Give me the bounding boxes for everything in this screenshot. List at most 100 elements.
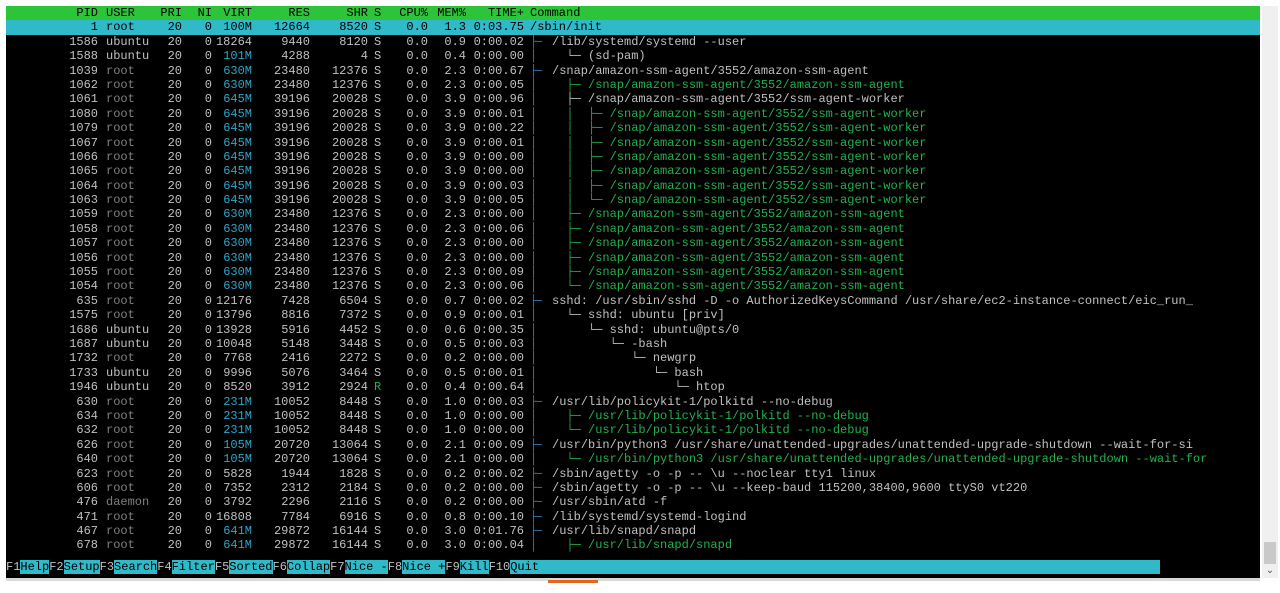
fkey-f6[interactable]: F6 (273, 560, 287, 574)
process-row[interactable]: 632 root 20 0 231M 10052 8448 S 0.0 1.0 0:00.00 │ └… (6, 423, 1260, 437)
process-row[interactable]: 1054 root 20 0 630M 23480 12376 S 0.0 2.3 0:00.06 │… (6, 279, 1260, 293)
process-row[interactable]: 1733 ubuntu 20 0 9996 5076 3464 S 0.0 0.5 0:00.01 │… (6, 366, 1260, 380)
fkey-f1[interactable]: F1 (6, 560, 20, 574)
header-pid[interactable]: PID (6, 6, 98, 20)
cell-cpu: 0.0 (406, 63, 428, 78)
cell-virt: 630M (223, 250, 252, 265)
fkey-f7[interactable]: F7 (330, 560, 344, 574)
process-row[interactable]: 1 root 20 0 100M 12664 8520 S 0.0 1.3 0:03.75/sbin… (6, 20, 1260, 35)
fkey-f9[interactable]: F9 (445, 560, 459, 574)
fkey-f2[interactable]: F2 (49, 560, 63, 574)
fkey-f5[interactable]: F5 (215, 560, 229, 574)
process-row[interactable]: 1575 root 20 0 13796 8816 7372 S 0.0 0.9 0:00.01 │ … (6, 308, 1260, 322)
fkey-f10[interactable]: F10 (489, 560, 511, 574)
process-row[interactable]: 640 root 20 0 105M 20720 13064 S 0.0 2.1 0:00.00 │ … (6, 452, 1260, 466)
process-row[interactable]: 630 root 20 0 231M 10052 8448 S 0.0 1.0 0:00.03 ├─ /… (6, 395, 1260, 409)
fkey-label-f10[interactable]: Quit (510, 560, 1161, 574)
cell-user: root (106, 236, 135, 251)
process-row[interactable]: 635 root 20 0 12176 7428 6504 S 0.0 0.7 0:00.02 ├─ s… (6, 294, 1260, 308)
cell-cpu: 0.0 (406, 149, 428, 164)
process-row[interactable]: 1057 root 20 0 630M 23480 12376 S 0.0 2.3 0:00.00 │… (6, 236, 1260, 250)
process-row[interactable]: 1946 ubuntu 20 0 8520 3912 2924 R 0.0 0.4 0:00.64 │… (6, 380, 1260, 394)
process-row[interactable]: 1686 ubuntu 20 0 13928 5916 4452 S 0.0 0.6 0:00.35… (6, 323, 1260, 337)
process-row[interactable]: 606 root 20 0 7352 2312 2184 S 0.0 0.2 0:00.00 ├─ /s… (6, 481, 1260, 495)
process-row[interactable]: 626 root 20 0 105M 20720 13064 S 0.0 2.1 0:00.09 ├─… (6, 438, 1260, 452)
header-mem[interactable]: MEM% (428, 6, 466, 20)
header-cpu[interactable]: CPU% (386, 6, 428, 20)
cell-pri: 20 (167, 466, 182, 481)
process-row[interactable]: 678 root 20 0 641M 29872 16144 S 0.0 3.0 0:00.04 │ … (6, 538, 1260, 552)
htop-terminal[interactable]: PID USER PRI NI VIRT RES SHR S CPU% MEM%… (6, 6, 1260, 578)
process-row[interactable]: 1063 root 20 0 645M 39196 20028 S 0.0 3.9 0:00.05 │… (6, 193, 1260, 207)
cell-res: 4288 (281, 49, 310, 64)
fkey-f8[interactable]: F8 (388, 560, 402, 574)
process-row[interactable]: 1065 root 20 0 645M 39196 20028 S 0.0 3.9 0:00.00 │… (6, 164, 1260, 178)
header-state[interactable]: S (374, 6, 386, 20)
fkey-label-f2[interactable]: Setup (63, 560, 100, 574)
process-row[interactable]: 1586 ubuntu 20 0 18264 9440 8120 S 0.0 0.9 0:00.02… (6, 35, 1260, 49)
cell-virt: 105M (223, 452, 252, 467)
fkey-label-f4[interactable]: Filter (171, 560, 215, 574)
process-row[interactable]: 467 root 20 0 641M 29872 16144 S 0.0 3.0 0:01.76 ├─… (6, 524, 1260, 538)
fkey-label-f3[interactable]: Search (114, 560, 158, 574)
scroll-down-arrow-icon[interactable]: ⌄ (1265, 566, 1275, 576)
process-row[interactable]: 476 daemon 20 0 3792 2296 2116 S 0.0 0.2 0:00.00 ├─… (6, 495, 1260, 509)
process-row[interactable]: 1732 root 20 0 7768 2416 2272 S 0.0 0.2 0:00.00 │ └… (6, 351, 1260, 365)
cell-mem: 3.9 (444, 178, 466, 193)
fkey-label-f8[interactable]: Nice + (402, 560, 446, 574)
cell-pid: 634 (76, 408, 98, 423)
process-row[interactable]: 1061 root 20 0 645M 39196 20028 S 0.0 3.9 0:00.96 │… (6, 92, 1260, 106)
cell-shr: 12376 (331, 77, 368, 92)
process-row[interactable]: 1056 root 20 0 630M 23480 12376 S 0.0 2.3 0:00.00 │… (6, 251, 1260, 265)
horizontal-scroll-indicator[interactable] (548, 580, 598, 583)
process-row[interactable]: 1687 ubuntu 20 0 10048 5148 3448 S 0.0 0.5 0:00.03… (6, 337, 1260, 351)
cell-mem: 0.5 (444, 336, 466, 351)
process-row[interactable]: 1064 root 20 0 645M 39196 20028 S 0.0 3.9 0:00.03 │… (6, 179, 1260, 193)
header-ni[interactable]: NI (186, 6, 212, 20)
fkey-label-f9[interactable]: Kill (459, 560, 489, 574)
cell-virt: 3792 (223, 495, 252, 510)
process-row[interactable]: 1039 root 20 0 630M 23480 12376 S 0.0 2.3 0:00.67 ├… (6, 64, 1260, 78)
process-row[interactable]: 1588 ubuntu 20 0 101M 4288 4 S 0.0 0.4 0:00.00 │ └─… (6, 49, 1260, 63)
cell-res: 1944 (281, 466, 310, 481)
process-row[interactable]: 623 root 20 0 5828 1944 1828 S 0.0 0.2 0:00.02 ├─ /s… (6, 467, 1260, 481)
fkey-f3[interactable]: F3 (100, 560, 114, 574)
process-row[interactable]: 1058 root 20 0 630M 23480 12376 S 0.0 2.3 0:00.06 │… (6, 222, 1260, 236)
fkey-label-f1[interactable]: Help (20, 560, 50, 574)
process-row[interactable]: 1066 root 20 0 645M 39196 20028 S 0.0 3.9 0:00.00 │… (6, 150, 1260, 164)
scrollbar-thumb[interactable] (1264, 542, 1276, 564)
cell-time: 0:00.02 (473, 293, 524, 308)
header-user[interactable]: USER (106, 6, 162, 20)
cell-user: root (106, 221, 135, 236)
cell-command: ├─ /usr/lib/snapd/snapd (552, 538, 733, 553)
cell-ni: 0 (204, 538, 212, 553)
cell-ni: 0 (204, 63, 212, 78)
cell-user: root (106, 92, 135, 107)
process-row[interactable]: 1067 root 20 0 645M 39196 20028 S 0.0 3.9 0:00.01 │… (6, 136, 1260, 150)
header-time[interactable]: TIME+ (468, 6, 524, 20)
column-header-row: PID USER PRI NI VIRT RES SHR S CPU% MEM%… (6, 6, 1260, 21)
process-row[interactable]: 1079 root 20 0 645M 39196 20028 S 0.0 3.9 0:00.22 │… (6, 121, 1260, 135)
header-command[interactable]: Command (530, 6, 1240, 20)
cell-user: ubuntu (106, 34, 150, 49)
process-row[interactable]: 634 root 20 0 231M 10052 8448 S 0.0 1.0 0:00.00 │ ├… (6, 409, 1260, 423)
process-row[interactable]: 1055 root 20 0 630M 23480 12376 S 0.0 2.3 0:00.09 │… (6, 265, 1260, 279)
process-row[interactable]: 1062 root 20 0 630M 23480 12376 S 0.0 2.3 0:00.05 │… (6, 78, 1260, 92)
cell-res: 10052 (273, 408, 310, 423)
header-res[interactable]: RES (254, 6, 310, 20)
fkey-label-f7[interactable]: Nice - (344, 560, 388, 574)
header-virt[interactable]: VIRT (214, 6, 252, 20)
cell-virt: 18264 (215, 34, 252, 49)
process-row[interactable]: 1059 root 20 0 630M 23480 12376 S 0.0 2.3 0:00.00 │… (6, 207, 1260, 221)
fkey-f4[interactable]: F4 (157, 560, 171, 574)
cell-shr: 12376 (331, 236, 368, 251)
process-row[interactable]: 471 root 20 0 16808 7784 6916 S 0.0 0.8 0:00.10 ├─ /… (6, 510, 1260, 524)
cell-shr: 2924 (339, 380, 368, 395)
header-shr[interactable]: SHR (312, 6, 368, 20)
fkey-label-f6[interactable]: Collap (286, 560, 331, 574)
cell-pri: 20 (167, 351, 182, 366)
header-pri[interactable]: PRI (160, 6, 182, 20)
process-row[interactable]: 1080 root 20 0 645M 39196 20028 S 0.0 3.9 0:00.01 │… (6, 107, 1260, 121)
vertical-scrollbar[interactable]: ⌄ (1262, 6, 1278, 578)
fkey-label-f5[interactable]: Sorted (229, 560, 273, 574)
